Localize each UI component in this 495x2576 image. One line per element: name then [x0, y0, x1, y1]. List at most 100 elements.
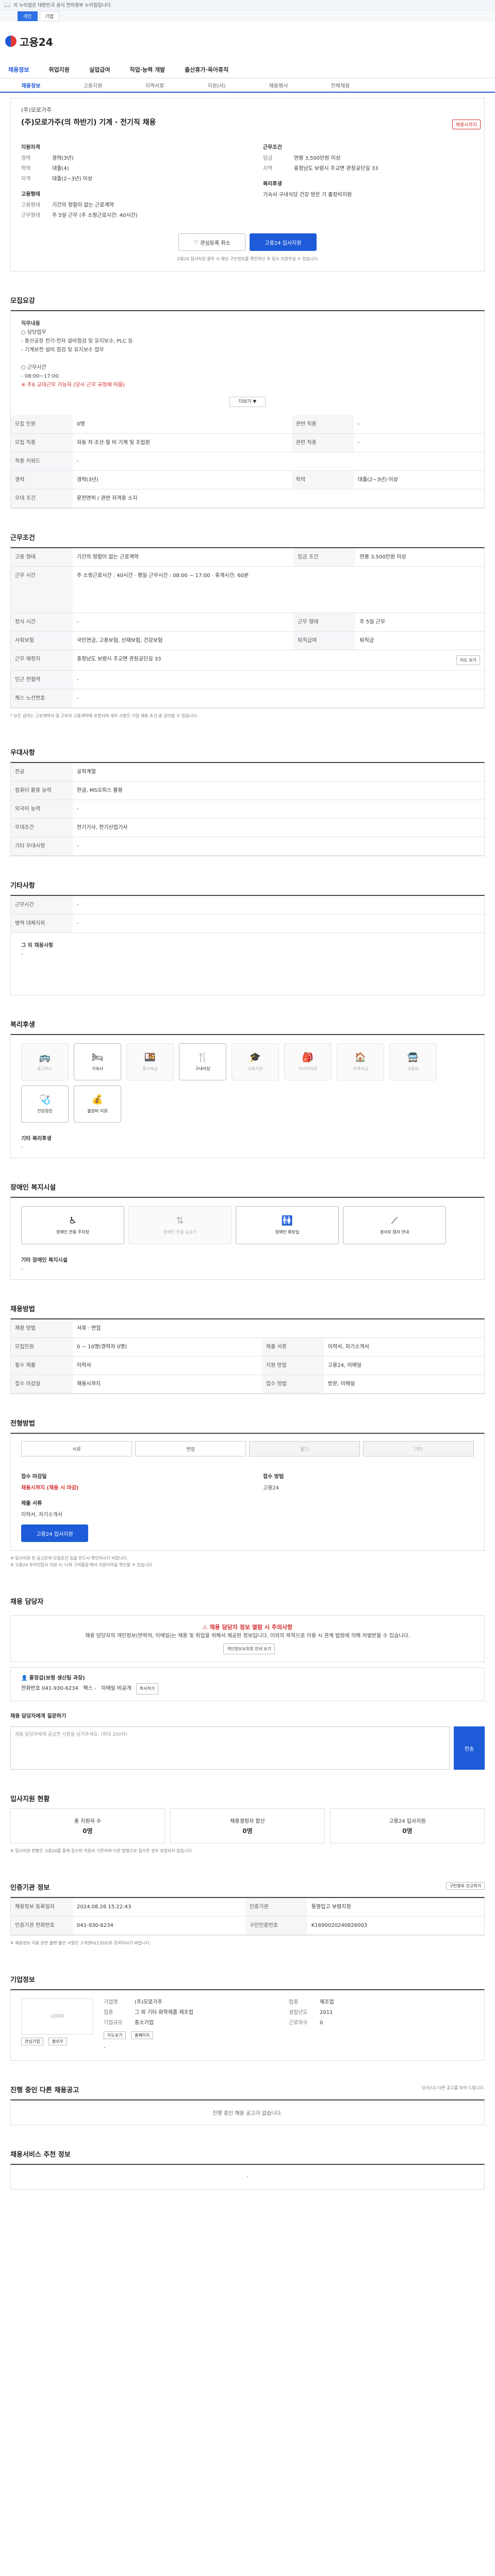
- row-value: -: [73, 670, 484, 689]
- company-label: 근로자수: [289, 2020, 308, 2026]
- site-switch-personal[interactable]: 개인: [18, 11, 38, 21]
- docs-heading: 제출 서류: [21, 1501, 42, 1506]
- company-details: 기업명 (주)모로가주 업종 제조업 업종 그 외 기타 화학제품 제조업 설립년도 201…: [104, 1998, 474, 2052]
- duty-heading: 모집요강: [10, 297, 35, 305]
- step-document: 서류: [21, 1441, 132, 1456]
- coin-icon: 💰: [91, 1094, 104, 1105]
- ramp-icon: ⟋: [391, 1215, 398, 1226]
- row-value: 이력서, 자기소개서: [323, 1337, 484, 1357]
- table-row: 고용 형태 기간의 정함이 없는 근로계약 임금 조건 연봉 3,500만원 이상: [11, 548, 484, 567]
- table-row: 컴퓨터 활용 능력 한글, MS오피스 활용: [11, 781, 484, 800]
- row-label: 우대 조건: [11, 489, 73, 508]
- disabled-item: ♿ 장애인 전용 주차장: [21, 1206, 124, 1244]
- logo-icon[interactable]: [5, 36, 16, 47]
- table-row: 인증기관 전화번호 041-930-6234 구인인증번호 K169002024082…: [11, 1916, 484, 1935]
- company-value: 중소기업: [135, 2020, 154, 2026]
- copy-button[interactable]: 복사하기: [136, 1683, 159, 1694]
- nav-item-leave[interactable]: 출산휴가·육아휴직: [185, 65, 228, 74]
- qualification-col: 지원자격 경력 경력(3년) 학력 대졸(4) 자격 대졸(2~3년) 이상 고용형태…: [21, 137, 232, 222]
- row-label: 근무시간: [11, 896, 73, 914]
- welfare-item-label: 통근버스: [37, 1066, 53, 1071]
- company-label: 기업명: [104, 1999, 118, 2005]
- row-value: -: [73, 837, 484, 856]
- disabled-item-label: 장애인 전용 주차장: [56, 1230, 89, 1234]
- condition-heading: 근무조건: [263, 145, 282, 150]
- tab-region[interactable]: 지역서류: [124, 81, 186, 89]
- food-icon: 🍱: [144, 1052, 156, 1063]
- privacy-guide-button[interactable]: 개인정보보호법 안내 보기: [223, 1643, 275, 1654]
- row-value: -: [73, 914, 484, 933]
- emp-value: 주 5일 근무 (주 소정근로시간: 40시간): [52, 213, 138, 218]
- apply-button[interactable]: 고용24 입사지원: [250, 233, 317, 251]
- welfare-heading: 복리후생: [10, 1021, 35, 1029]
- duty-line: [21, 354, 474, 363]
- tab-support[interactable]: 고용지원: [62, 81, 124, 89]
- interest-company-button[interactable]: 관심기업: [21, 2038, 44, 2045]
- more-button[interactable]: 더보기 ▼: [229, 397, 266, 407]
- row-label: 모집 인원: [11, 415, 73, 434]
- nav-item-benefit[interactable]: 실업급여: [89, 65, 110, 74]
- table-row: 근무 시간 주 소정근로시간 : 40시간 · 평일 근무시간 : 08:00 ~…: [11, 566, 484, 613]
- tab-jobs[interactable]: 채용정보: [0, 81, 62, 89]
- welfare-etc-heading: 기타 복리후생: [21, 1136, 52, 1142]
- save-interest-button[interactable]: ♡ 관심등록 취소: [178, 233, 245, 251]
- nav-item-jobs[interactable]: 채용정보: [8, 65, 29, 74]
- question-input[interactable]: 채용 담당자에게 궁금한 사항을 남겨주세요. (최대 200자): [10, 1726, 450, 1770]
- tab-event[interactable]: 채용행사: [248, 81, 309, 89]
- welfare-item: 🍱 중식제공: [126, 1043, 174, 1080]
- qual-label: 경력: [21, 156, 31, 161]
- row-value: 연봉 3,500만원 이상: [355, 548, 484, 567]
- duty-line: ○ 담당업무: [21, 330, 46, 335]
- stat-label: 총 지원자 수: [74, 1819, 102, 1824]
- nav-item-support[interactable]: 취업지원: [48, 65, 69, 74]
- row-label: 정식 시간: [11, 613, 73, 632]
- recommend-heading: 채용서비스 추천 정보: [10, 2151, 71, 2159]
- logo[interactable]: 고용24: [20, 34, 53, 49]
- row-label: 근무 예정지: [11, 650, 73, 671]
- row-label: 필수 제출: [11, 1356, 73, 1375]
- person-icon: 👤: [21, 1675, 29, 1681]
- disabled-item-label: 경사로·점자 안내: [380, 1230, 409, 1234]
- company-value: 0: [320, 2020, 323, 2026]
- privacy-alert-title: ⚠ 채용 담당자 정보 열람 시 주의사항: [21, 1623, 474, 1632]
- table-row: 접수 마감일 채용시까지 접수 방법 방문, 이메일: [11, 1375, 484, 1394]
- company-map-button[interactable]: 지도보기: [104, 2031, 126, 2039]
- gov-banner-text: 이 누리집은 대한민국 공식 전자정부 누리집입니다.: [13, 3, 112, 8]
- homepage-button[interactable]: 홈페이지: [130, 2031, 154, 2039]
- row-label: 인증기관: [245, 1898, 307, 1917]
- table-row: 외국어 능력 -: [11, 800, 484, 819]
- table-row: 채용정보 등록일자 2024.08.26 15:22:43 인증기관 통영입고 보령지…: [11, 1898, 484, 1917]
- bus-icon: 🚍: [407, 1052, 419, 1063]
- page-bottom-space: [0, 2190, 495, 2210]
- site-switch-company[interactable]: 기업: [39, 11, 60, 21]
- row-value: -: [73, 452, 484, 471]
- row-label: 채용 방법: [11, 1319, 73, 1338]
- employment-heading: 고용형태: [21, 192, 40, 197]
- welfare-heading: 복리후생: [263, 181, 282, 187]
- company-logo-col: LOGO 관심기업 팔로우: [21, 1998, 93, 2045]
- emp-label: 고용형태: [21, 202, 40, 208]
- row-label: 관련 직종: [291, 433, 354, 452]
- process-note: ※ 고용24 온라인입사 지원 시 '나의 구직활동'에서 지원이력을 확인할 …: [10, 1563, 154, 1567]
- tab-apply[interactable]: 지원(서): [186, 81, 248, 89]
- row-label: 사회보험: [11, 631, 73, 650]
- welfare-item-label: 건강검진: [37, 1109, 53, 1113]
- stats-heading: 입사지원 현황: [10, 1795, 50, 1803]
- tab-all[interactable]: 전체채용: [309, 81, 371, 89]
- follow-button[interactable]: 팔로우: [48, 2038, 68, 2045]
- others-heading-text: 진행 중인 다른 채용공고: [10, 2087, 79, 2094]
- qualification-heading: 지원자격: [21, 145, 40, 150]
- company-desc: -: [104, 2045, 106, 2050]
- duty-line: - 기계보전 설비 점검 및 유지보수 업무: [21, 347, 104, 353]
- apply-button-2[interactable]: 고용24 입사지원: [21, 1524, 88, 1542]
- send-button[interactable]: 전송: [454, 1726, 485, 1770]
- nav-item-training[interactable]: 직업·능력 개발: [129, 65, 165, 74]
- row-label: 채스 노선번호: [11, 689, 73, 708]
- tel-label: 전화번호: [21, 1686, 40, 1691]
- method-value: 고용24: [263, 1485, 279, 1491]
- report-button[interactable]: 구인정보 신고하기: [446, 1882, 485, 1890]
- row-label: 병역 대체지위: [11, 914, 73, 933]
- qual-value: 대졸(2~3년) 이상: [52, 176, 93, 182]
- prefer-heading: 우대사항: [10, 749, 35, 757]
- map-button[interactable]: 지도 보기: [456, 655, 480, 665]
